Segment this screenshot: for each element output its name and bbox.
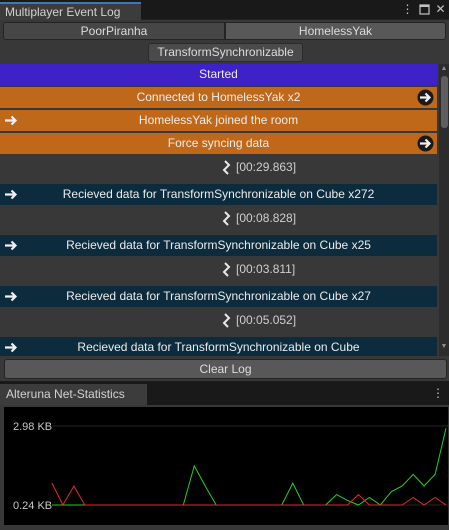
log-entry-text: Force syncing data: [167, 136, 270, 150]
filter-label[interactable]: TransformSynchronizable: [148, 43, 303, 62]
arrow-right-icon: [5, 189, 18, 200]
scroll-up-icon[interactable]: ▲: [439, 64, 449, 74]
log-entry-started[interactable]: Started: [0, 64, 437, 85]
log-entry-text: Recieved data for TransformSynchronizabl…: [66, 289, 371, 303]
log-entry-text: HomelessYak joined the room: [138, 113, 299, 127]
arrow-right-icon: [417, 135, 434, 152]
tab-net-statistics[interactable]: Alteruna Net-Statistics: [0, 384, 147, 405]
time-gap-text: [00:03.811]: [236, 262, 296, 276]
time-gap-icon: [222, 211, 231, 226]
log-entry-text: Started: [199, 67, 238, 81]
arrow-right-icon: [5, 291, 18, 302]
log-entry-text: Connected to HomelessYak x2: [136, 90, 301, 104]
time-gap-icon: [222, 262, 231, 277]
arrow-right-icon: [5, 115, 18, 126]
kebab-menu-icon[interactable]: ⋮: [432, 386, 444, 401]
peer-button-poorpiranha[interactable]: PoorPiranha: [3, 22, 225, 40]
log-entry-joined[interactable]: HomelessYak joined the room: [0, 110, 437, 131]
time-gap: [00:08.828]: [0, 206, 437, 230]
log-entry-connected[interactable]: Connected to HomelessYak x2: [0, 87, 437, 108]
log-entry-received[interactable]: Recieved data for TransformSynchronizabl…: [0, 184, 437, 205]
time-gap: [00:05.052]: [0, 308, 437, 332]
maximize-icon[interactable]: [418, 2, 431, 17]
log-entry-text: Recieved data for TransformSynchronizabl…: [66, 238, 371, 252]
chart-background: [4, 407, 448, 525]
log-entry-received[interactable]: Recieved data for TransformSynchronizabl…: [0, 286, 437, 307]
time-gap-icon: [222, 160, 231, 175]
time-gap-text: [00:08.828]: [236, 211, 297, 225]
time-gap-text: [00:05.052]: [236, 313, 297, 327]
time-gap-icon: [222, 313, 231, 328]
time-gap: [00:03.811]: [0, 257, 437, 281]
log-entry-text: Recieved data for TransformSynchronizabl…: [77, 340, 360, 354]
net-statistics-chart: 2.98 KB 0.24 KB: [4, 407, 448, 525]
peer-button-homelessyak[interactable]: HomelessYak: [225, 22, 446, 40]
log-entry-received[interactable]: Recieved data for TransformSynchronizabl…: [0, 235, 437, 256]
kebab-menu-icon[interactable]: ⋮: [401, 2, 414, 17]
arrow-right-icon: [5, 342, 18, 353]
log-entry-received[interactable]: Recieved data for TransformSynchronizabl…: [0, 337, 437, 356]
log-entry-text: Recieved data for TransformSynchronizabl…: [62, 187, 375, 201]
arrow-right-icon: [417, 89, 434, 106]
log-entry-force-sync[interactable]: Force syncing data: [0, 133, 437, 154]
clear-log-button[interactable]: Clear Log: [4, 359, 447, 379]
tab-multiplayer-event-log[interactable]: Multiplayer Event Log: [0, 2, 141, 20]
close-icon[interactable]: ✕: [434, 2, 447, 17]
time-gap: [00:29.863]: [0, 155, 437, 179]
scroll-down-icon[interactable]: ▼: [439, 342, 449, 352]
y-tick-label: 0.24 KB: [13, 500, 52, 512]
time-gap-text: [00:29.863]: [236, 160, 297, 174]
y-tick-label: 2.98 KB: [13, 421, 52, 433]
event-log-list[interactable]: Started Connected to HomelessYak x2 Home…: [0, 64, 439, 356]
scroll-thumb[interactable]: [441, 76, 448, 128]
arrow-right-icon: [5, 240, 18, 251]
